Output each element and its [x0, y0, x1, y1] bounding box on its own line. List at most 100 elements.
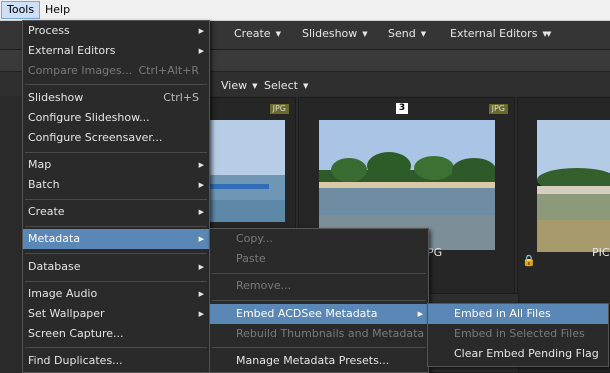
chevron-right-icon: ▶ — [198, 290, 204, 298]
toolbar-create-label: Create — [234, 27, 271, 40]
toolbar-slideshow-button[interactable]: Slideshow ▼ — [302, 27, 368, 40]
chevron-right-icon: ▶ — [198, 161, 204, 169]
menu-separator — [25, 347, 207, 348]
menu-item-label: Batch — [28, 178, 60, 191]
menu-separator — [25, 281, 207, 282]
menu-item-map[interactable]: Map ▶ — [23, 155, 209, 175]
menu-item-configure-slideshow[interactable]: Configure Slideshow... — [23, 108, 209, 128]
toolbar-external-editors-button[interactable]: External Editors ▼ — [450, 27, 548, 40]
chevron-right-icon: ▶ — [198, 47, 204, 55]
menu-item-label: Configure Slideshow... — [28, 111, 150, 124]
select-label: Select — [264, 79, 298, 92]
toolbar-send-button[interactable]: Send ▼ — [388, 27, 426, 40]
menu-item-label: Copy... — [236, 232, 273, 245]
filename-label: PICT — [592, 246, 610, 259]
menu-tools[interactable]: Tools — [1, 1, 41, 19]
menu-item-label: Manage Metadata Presets... — [236, 354, 390, 367]
menu-item-set-wallpaper[interactable]: Set Wallpaper ▶ — [23, 304, 209, 324]
metadata-submenu: Copy... Paste Remove... Embed ACDSee Met… — [209, 228, 429, 373]
menu-item-embed-in-selected-files[interactable]: Embed in Selected Files — [428, 324, 608, 344]
menu-item-create[interactable]: Create ▶ — [23, 202, 209, 222]
menu-item-label: Paste — [236, 252, 266, 265]
toolbar-slideshow-label: Slideshow — [302, 27, 358, 40]
menu-item-image-audio[interactable]: Image Audio ▶ — [23, 284, 209, 304]
menu-item-database[interactable]: Database ▶ — [23, 257, 209, 277]
menu-item-find-duplicates[interactable]: Find Duplicates... — [23, 351, 209, 371]
chevron-right-icon: ▶ — [198, 208, 204, 216]
menu-item-label: Screen Capture... — [28, 327, 124, 340]
toolbar-external-editors-label: External Editors — [450, 27, 538, 40]
menu-item-process[interactable]: Process ▶ — [23, 21, 209, 41]
chevron-right-icon: ▶ — [198, 263, 204, 271]
menu-item-manage-metadata-presets[interactable]: Manage Metadata Presets... — [210, 351, 428, 371]
chevron-right-icon: ▶ — [198, 27, 204, 35]
menu-separator — [212, 300, 426, 301]
menu-item-label: Embed in All Files — [454, 307, 551, 320]
menu-item-label: Slideshow — [28, 91, 84, 104]
menu-item-external-editors[interactable]: External Editors ▶ — [23, 41, 209, 61]
menu-separator — [25, 84, 207, 85]
toolbar-overflow-icon[interactable]: ▼ — [546, 30, 551, 38]
menu-separator — [25, 226, 207, 227]
menu-bar: Tools Help — [0, 0, 610, 21]
menu-separator — [25, 152, 207, 153]
toolbar-send-label: Send — [388, 27, 416, 40]
menu-item-label: Find Duplicates... — [28, 354, 123, 367]
thumbnail-image — [209, 120, 285, 222]
toolbar-create-button[interactable]: Create ▼ — [234, 27, 281, 40]
menu-item-label: Remove... — [236, 279, 292, 292]
chevron-down-icon: ▼ — [362, 30, 368, 38]
menu-item-label: Create — [28, 205, 65, 218]
shortcut-label: Ctrl+Alt+R — [138, 64, 199, 77]
view-button[interactable]: View ▼ — [221, 79, 258, 92]
menu-item-label: Map — [28, 158, 52, 171]
menu-item-label: Image Audio — [28, 287, 98, 300]
tools-menu: Process ▶ External Editors ▶ Compare Image… — [22, 20, 210, 373]
embed-submenu: Embed in All Files Embed in Selected Fil… — [427, 303, 609, 367]
menu-help[interactable]: Help — [40, 1, 75, 19]
chevron-right-icon: ▶ — [198, 310, 204, 318]
menu-item-configure-screensaver[interactable]: Configure Screensaver... — [23, 128, 209, 148]
menu-item-copy[interactable]: Copy... — [210, 229, 428, 249]
shortcut-label: Ctrl+S — [163, 91, 199, 104]
chevron-down-icon: ▼ — [275, 30, 281, 38]
filename-label: PG — [427, 246, 443, 259]
menu-item-screen-capture[interactable]: Screen Capture... — [23, 324, 209, 344]
menu-item-label: Compare Images... — [28, 64, 133, 77]
chevron-down-icon: ▼ — [252, 82, 258, 90]
menu-item-batch[interactable]: Batch ▶ — [23, 175, 209, 195]
lock-icon: 🔒 — [522, 254, 536, 267]
chevron-right-icon: ▶ — [198, 181, 204, 189]
file-type-badge: JPG — [488, 104, 508, 114]
chevron-right-icon: ▶ — [417, 310, 423, 318]
menu-item-embed-in-all-files[interactable]: Embed in All Files — [428, 304, 608, 324]
menu-item-embed-acdsee-metadata[interactable]: Embed ACDSee Metadata ▶ — [210, 304, 428, 324]
chevron-down-icon: ▼ — [302, 82, 309, 90]
menu-separator — [212, 347, 426, 348]
menu-separator — [25, 199, 207, 200]
lake-photo-icon — [209, 120, 285, 222]
thumbnail-image — [537, 120, 610, 252]
menu-item-label: Clear Embed Pending Flag — [454, 347, 599, 360]
menu-item-label: Embed in Selected Files — [454, 327, 585, 340]
menu-separator — [212, 273, 426, 274]
item-number-badge: 3 — [396, 103, 408, 114]
chevron-down-icon: ▼ — [420, 30, 427, 38]
menu-item-slideshow[interactable]: Slideshow Ctrl+S — [23, 88, 209, 108]
menu-item-paste[interactable]: Paste — [210, 249, 428, 269]
menu-item-metadata[interactable]: Metadata ▶ — [23, 229, 209, 249]
menu-item-clear-embed-pending-flag[interactable]: Clear Embed Pending Flag — [428, 344, 608, 364]
view-label: View — [221, 79, 248, 92]
menu-item-rebuild-thumbnails[interactable]: Rebuild Thumbnails and Metadata — [210, 324, 428, 344]
shore-photo-icon — [537, 120, 610, 252]
menu-item-compare-images[interactable]: Compare Images... Ctrl+Alt+R — [23, 61, 209, 81]
menu-item-label: Configure Screensaver... — [28, 131, 163, 144]
menu-separator — [25, 253, 207, 254]
menu-item-label: Set Wallpaper — [28, 307, 105, 320]
menu-item-remove[interactable]: Remove... — [210, 276, 428, 296]
select-button[interactable]: Select ▼ — [264, 79, 308, 92]
menu-item-label: Rebuild Thumbnails and Metadata — [236, 327, 425, 340]
menu-item-label: Embed ACDSee Metadata — [236, 307, 378, 320]
menu-item-label: Process — [28, 24, 70, 37]
chevron-right-icon: ▶ — [198, 235, 204, 243]
